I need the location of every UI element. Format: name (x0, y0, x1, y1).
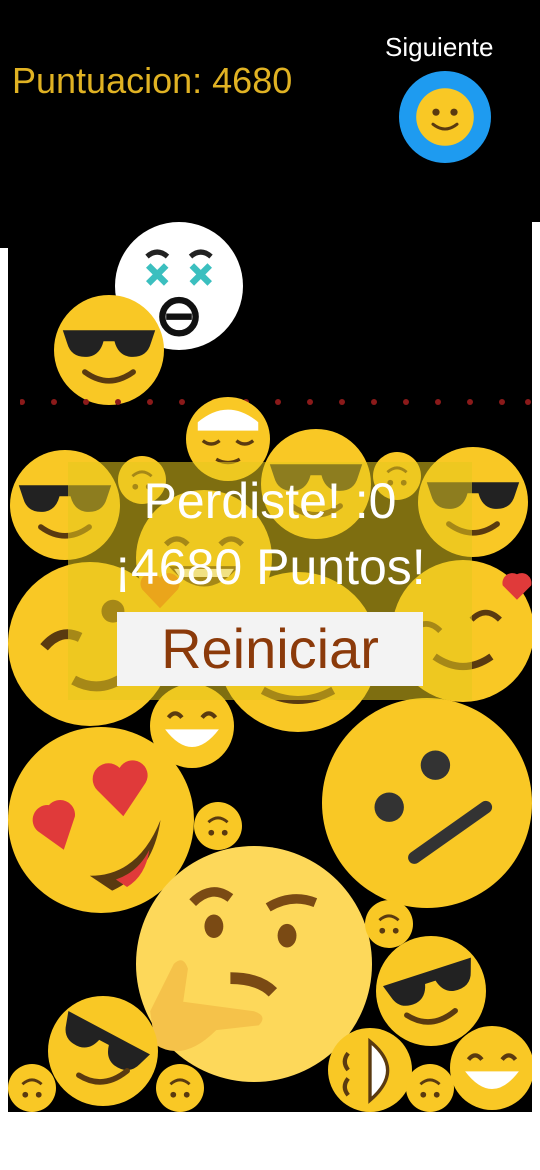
sunglasses-face-icon (48, 996, 158, 1106)
game-over-title: Perdiste! :0 (143, 473, 397, 529)
sunglasses-face-icon (54, 295, 164, 405)
danger-line (20, 399, 531, 405)
laughing-face-icon (328, 1028, 412, 1112)
hud-bar: Puntuacion: 4680 Siguiente (0, 0, 540, 222)
board-right-edge (532, 222, 540, 1112)
upside-down-face-icon (406, 1064, 454, 1112)
board-left-edge (0, 222, 8, 248)
upside-down-face-icon (156, 1064, 204, 1112)
slightly-smiling-face-icon (415, 87, 475, 147)
next-label: Siguiente (385, 32, 494, 62)
game-board[interactable]: Perdiste! :0 ¡4680 Puntos! Reiniciar (8, 222, 532, 1112)
next-emoji-preview (399, 71, 491, 163)
upside-down-face-icon (8, 1064, 56, 1112)
game-over-points: ¡4680 Puntos! (114, 539, 426, 595)
upside-down-face-icon (194, 802, 242, 850)
score-label: Puntuacion: 4680 (12, 60, 293, 101)
restart-button[interactable]: Reiniciar (117, 612, 423, 686)
grinning-face-icon (450, 1026, 532, 1110)
